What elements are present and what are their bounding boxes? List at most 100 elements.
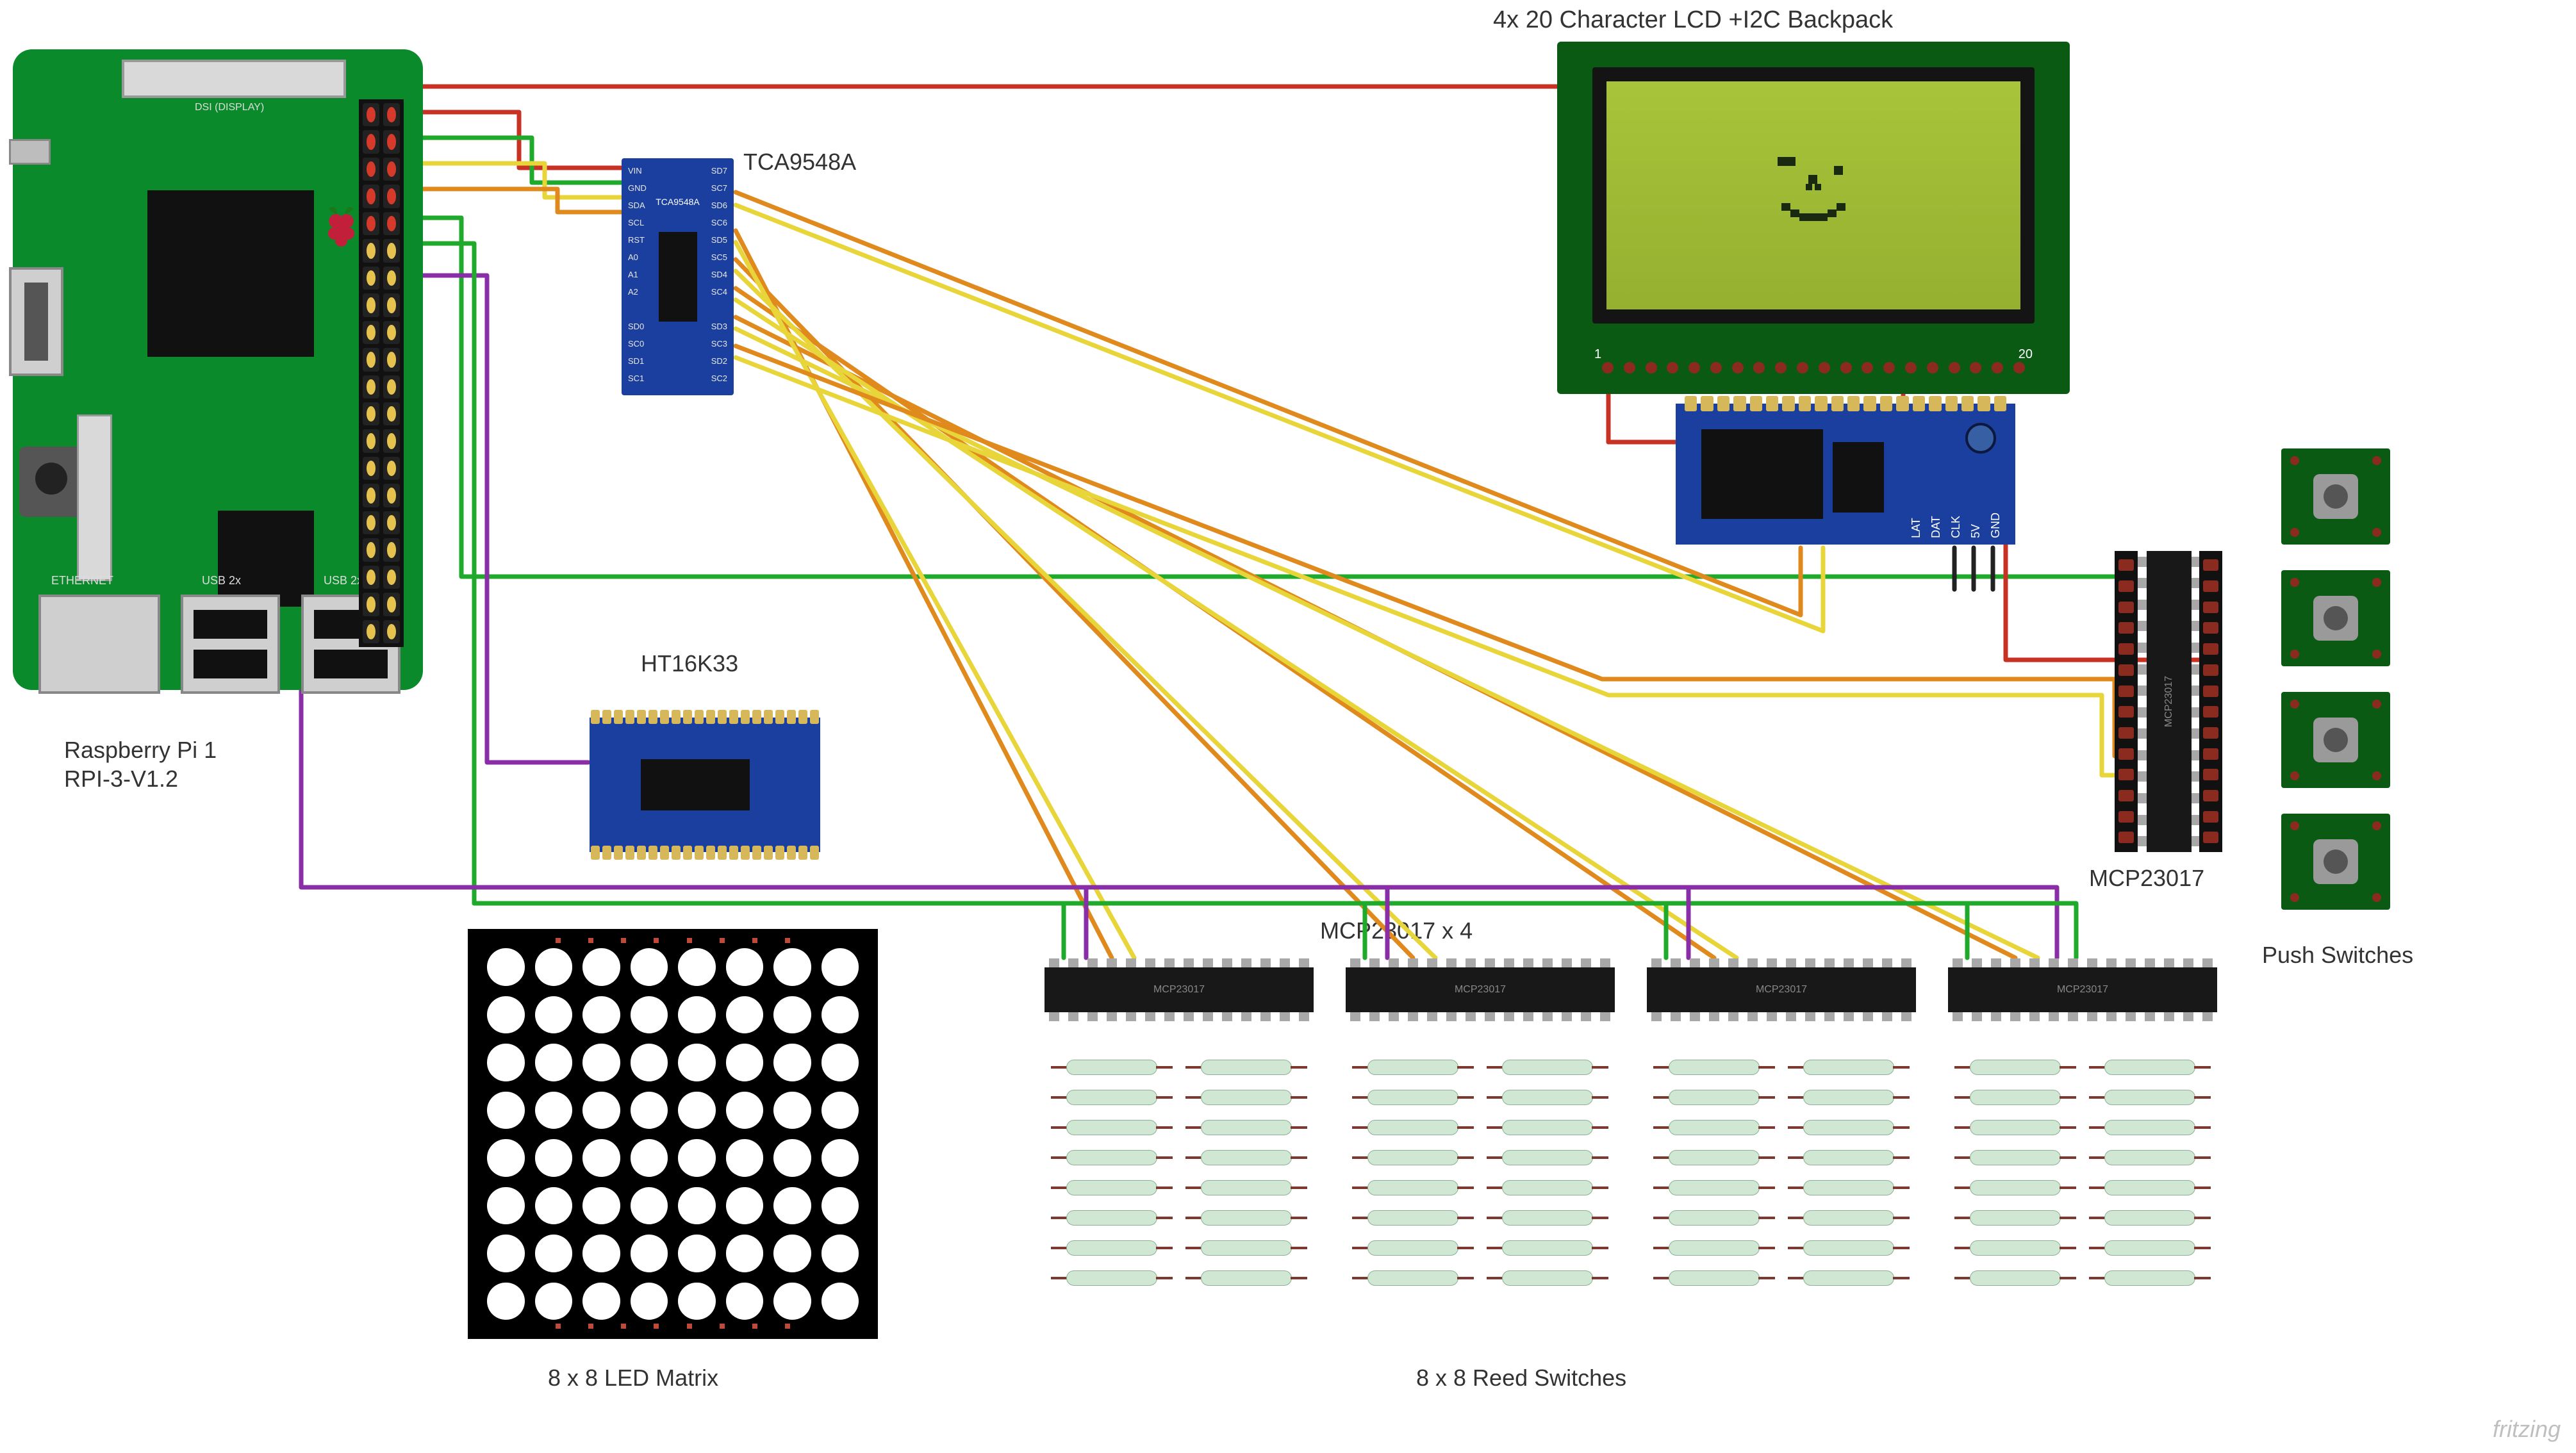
ethernet-label: ETHERNET	[51, 574, 113, 587]
reed-switch	[1954, 1238, 2076, 1258]
ht-label: HT16K33	[641, 650, 738, 677]
reed-column-3	[1653, 1057, 1910, 1288]
reed-switch	[1051, 1117, 1173, 1138]
backpack-ic2	[1833, 442, 1884, 513]
dsi-connector	[122, 60, 346, 98]
reed-switch	[1185, 1117, 1307, 1138]
reed-switch	[1185, 1208, 1307, 1228]
rpi-label-1: Raspberry Pi 1	[64, 737, 217, 764]
matrix-label: 8 x 8 LED Matrix	[548, 1365, 718, 1391]
csi-connector	[77, 415, 112, 581]
tca-label: TCA9548A	[743, 149, 856, 176]
reed-switch	[2089, 1238, 2211, 1258]
reed-switch	[1487, 1087, 1608, 1108]
ht16k33-board	[590, 718, 820, 852]
push-label: Push Switches	[2262, 942, 2413, 969]
reed-switch	[1185, 1268, 1307, 1288]
reed-switch	[1487, 1117, 1608, 1138]
reed-switch	[1051, 1057, 1173, 1078]
reed-switch	[1352, 1178, 1474, 1198]
lcd-pin-row	[1602, 362, 2025, 379]
usb-label-b: USB 2x	[324, 574, 363, 587]
rpi-label-2: RPI-3-V1.2	[64, 766, 178, 792]
reed-switch	[1487, 1057, 1608, 1078]
lcd-active-area	[1606, 81, 2020, 309]
push-switch-4[interactable]	[2281, 814, 2390, 910]
reed-switch	[1051, 1268, 1173, 1288]
reed-switch	[1352, 1238, 1474, 1258]
mcp-header-left	[2115, 551, 2138, 852]
mcp-group-label: MCP23017 x 4	[1320, 917, 1473, 944]
reed-switch	[1788, 1117, 1910, 1138]
reed-switch	[2089, 1057, 2211, 1078]
reed-switch	[2089, 1178, 2211, 1198]
reed-switch	[1185, 1057, 1307, 1078]
reed-switch	[1487, 1268, 1608, 1288]
reed-switch	[1954, 1087, 2076, 1108]
reed-switch	[1487, 1178, 1608, 1198]
reed-switch	[2089, 1117, 2211, 1138]
reed-column-4	[1954, 1057, 2211, 1288]
lcd-title: 4x 20 Character LCD +I2C Backpack	[1493, 6, 1893, 34]
mcp23017-side: MCP23017	[2147, 551, 2192, 852]
ethernet-port	[38, 595, 160, 694]
reed-switch	[1653, 1057, 1775, 1078]
mcp-side-label: MCP23017	[2089, 865, 2204, 892]
usb-label-a: USB 2x	[202, 574, 241, 587]
reed-switch	[1487, 1208, 1608, 1228]
lcd-pin-last: 20	[2019, 347, 2033, 362]
reed-switch	[1051, 1178, 1173, 1198]
push-switch-2[interactable]	[2281, 570, 2390, 666]
reed-switch	[1653, 1208, 1775, 1228]
reed-switch	[1185, 1178, 1307, 1198]
reed-switch	[1954, 1208, 2076, 1228]
reed-switch	[1788, 1057, 1910, 1078]
reed-switch	[1352, 1117, 1474, 1138]
lcd-screen-bezel	[1592, 67, 2035, 324]
reed-column-2	[1352, 1057, 1608, 1288]
reed-switch	[1954, 1057, 2076, 1078]
reed-switch	[1788, 1178, 1910, 1198]
smiley-face-icon	[1756, 142, 1871, 231]
reed-switch	[1051, 1208, 1173, 1228]
push-switch-1[interactable]	[2281, 448, 2390, 545]
reed-switch	[1653, 1147, 1775, 1168]
reed-switch	[1352, 1057, 1474, 1078]
push-switch-3[interactable]	[2281, 692, 2390, 788]
ht-ic	[641, 759, 750, 810]
lcd-module: 1 20	[1557, 42, 2070, 394]
reed-switch	[1788, 1238, 1910, 1258]
i2c-backpack: LAT DAT CLK 5V GND	[1676, 404, 2015, 545]
mcp23017-4: MCP23017	[1948, 967, 2217, 1012]
gpio-header	[359, 99, 404, 647]
reed-switch	[1487, 1147, 1608, 1168]
reed-switch	[1487, 1238, 1608, 1258]
reed-switch	[1653, 1178, 1775, 1198]
reed-switch	[1352, 1087, 1474, 1108]
ram-chip	[218, 511, 314, 607]
reed-switch	[1185, 1147, 1307, 1168]
reed-switch	[1185, 1238, 1307, 1258]
soc-chip	[147, 190, 314, 357]
reed-switch	[1352, 1268, 1474, 1288]
reed-switch	[2089, 1208, 2211, 1228]
reed-label: 8 x 8 Reed Switches	[1416, 1365, 1626, 1391]
micro-usb-power	[9, 139, 51, 165]
mcp-header-right	[2199, 551, 2222, 852]
mcp23017-1: MCP23017	[1044, 967, 1314, 1012]
raspberry-logo-icon	[324, 203, 359, 248]
mcp23017-2: MCP23017	[1346, 967, 1615, 1012]
lcd-pin-first: 1	[1594, 347, 1601, 362]
reed-switch	[1653, 1117, 1775, 1138]
reed-switch	[2089, 1147, 2211, 1168]
tca9548a-board: TCA9548A VINSD7GNDSC7SDASD6SCLSC6RSTSD5A…	[622, 158, 734, 395]
watermark: fritzing	[2493, 1416, 2561, 1443]
mcp23017-3: MCP23017	[1647, 967, 1916, 1012]
reed-switch	[1653, 1268, 1775, 1288]
led-matrix-8x8	[468, 929, 878, 1339]
reed-switch	[1954, 1178, 2076, 1198]
reed-switch	[1788, 1268, 1910, 1288]
backpack-pin-labels: LAT DAT CLK 5V GND	[1910, 513, 2002, 538]
reed-switch	[1954, 1268, 2076, 1288]
contrast-pot-icon	[1965, 423, 1996, 454]
